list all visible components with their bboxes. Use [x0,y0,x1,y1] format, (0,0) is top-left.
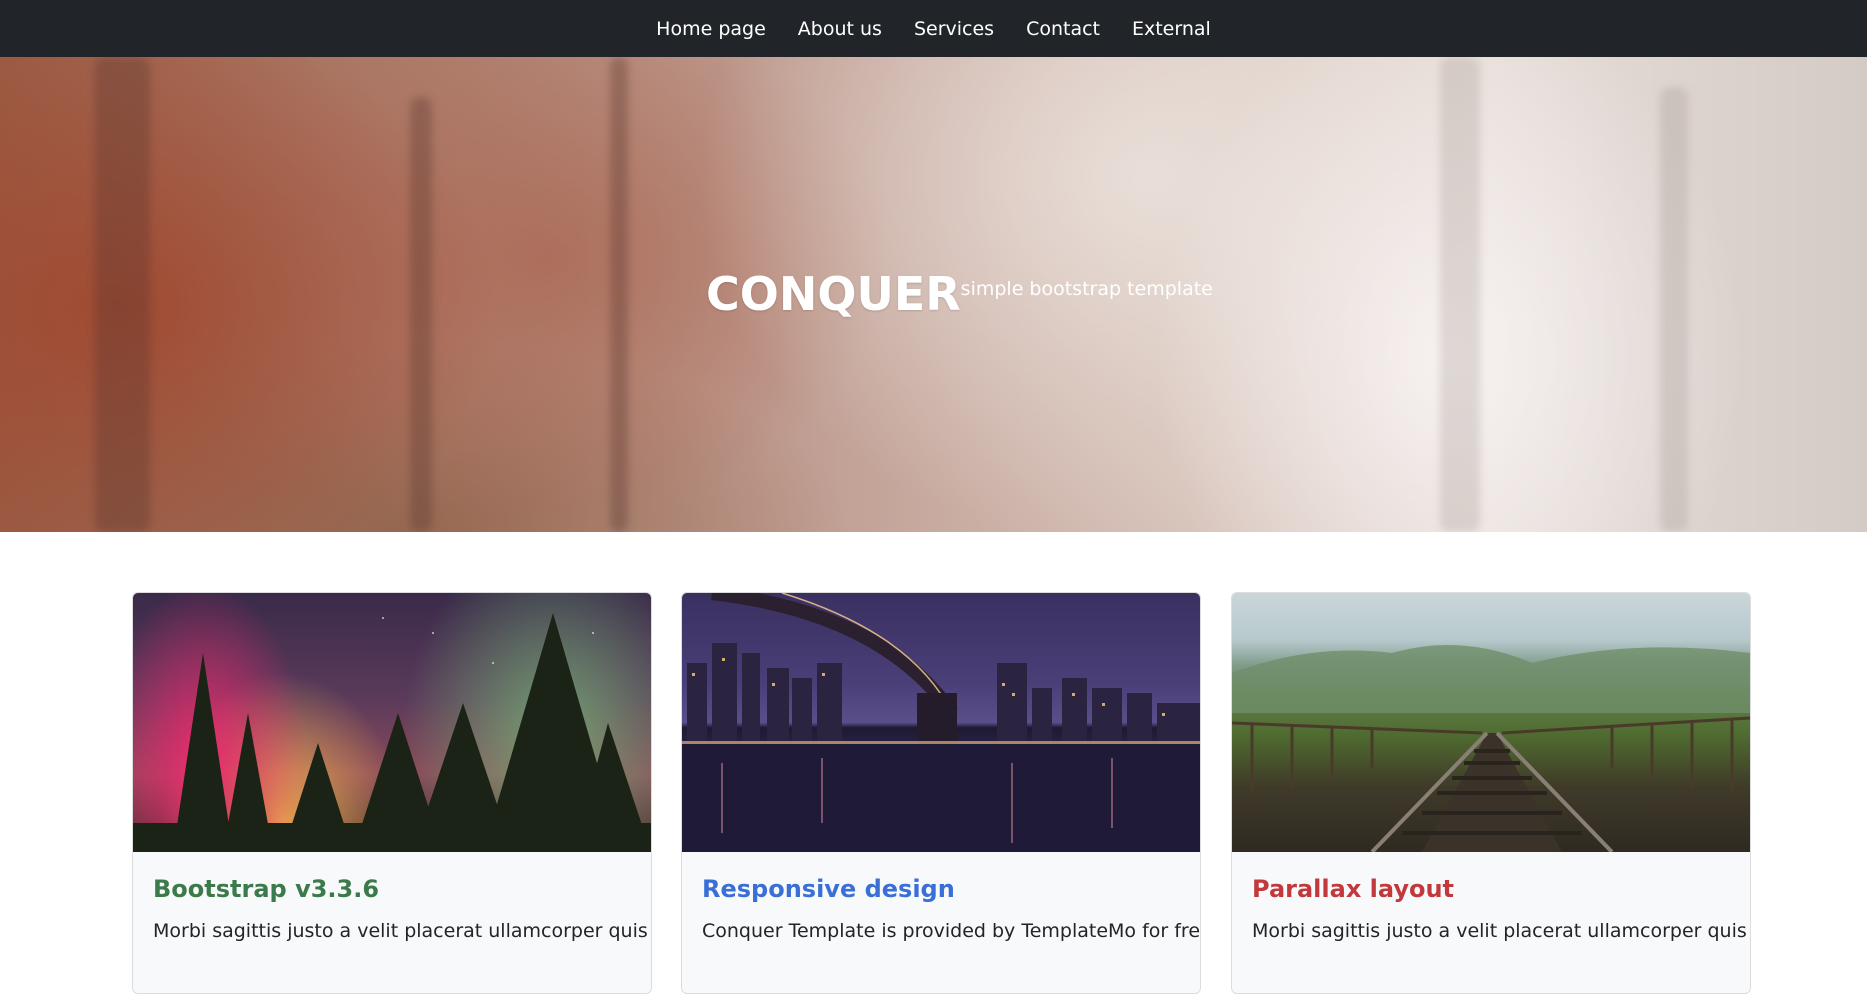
nav-home[interactable]: Home page [640,18,782,40]
nav-contact[interactable]: Contact [1010,18,1116,40]
hero-tree-trunk [410,97,432,532]
card-title[interactable]: Bootstrap v3.3.6 [153,874,631,904]
card-body: Responsive design Conquer Template is pr… [682,852,1200,944]
card-body: Parallax layout Morbi sagittis justo a v… [1232,852,1750,944]
hero-tree-trunk [95,57,150,532]
nav-services[interactable]: Services [898,18,1010,40]
top-navbar: Home page About us Services Contact Exte… [0,0,1867,57]
aurora-forest-image [133,593,651,852]
hero-title: CONQUER [706,267,961,321]
feature-card-parallax: Parallax layout Morbi sagittis justo a v… [1231,592,1751,994]
nav-menu: Home page About us Services Contact Exte… [640,18,1227,40]
card-title[interactable]: Responsive design [702,874,1180,904]
railway-bridge-image [1232,593,1750,852]
card-text: Conquer Template is provided by Template… [702,920,1201,942]
hero-tree-trunk [1440,57,1480,532]
nav-about[interactable]: About us [782,18,898,40]
hero-subtitle: simple bootstrap template [960,278,1213,300]
hero-heading: CONQUER simple bootstrap template [706,262,1213,326]
hero-banner: CONQUER simple bootstrap template [0,57,1867,532]
city-bridge-image [682,593,1200,852]
card-body: Bootstrap v3.3.6 Morbi sagittis justo a … [133,852,651,944]
feature-card-responsive: Responsive design Conquer Template is pr… [681,592,1201,994]
card-title[interactable]: Parallax layout [1252,874,1730,904]
hero-tree-trunk [610,57,628,532]
card-text: Morbi sagittis justo a velit placerat ul… [1252,920,1747,942]
feature-card-bootstrap: Bootstrap v3.3.6 Morbi sagittis justo a … [132,592,652,994]
card-text: Morbi sagittis justo a velit placerat ul… [153,920,648,942]
nav-external[interactable]: External [1116,18,1227,40]
hero-tree-trunk [1660,87,1688,532]
